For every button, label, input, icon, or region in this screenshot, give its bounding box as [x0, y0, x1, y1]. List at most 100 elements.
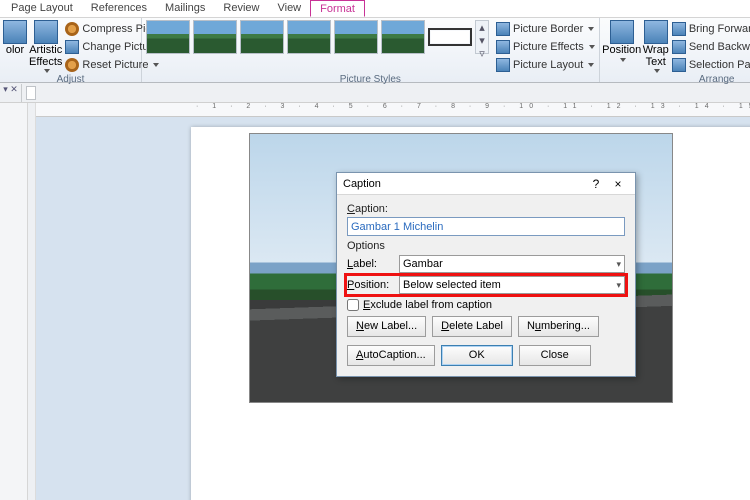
- effects-icon: [496, 40, 510, 54]
- style-thumb-selected[interactable]: [428, 28, 472, 46]
- style-gallery[interactable]: ▴ ▾ ▿: [146, 20, 489, 54]
- tab-mailings[interactable]: Mailings: [156, 0, 214, 17]
- group-adjust-label: Adjust: [4, 73, 137, 86]
- tab-page-layout[interactable]: Page Layout: [2, 0, 82, 17]
- exclude-checkbox-row[interactable]: Exclude label from caption: [347, 299, 625, 311]
- style-thumb[interactable]: [334, 20, 378, 54]
- gallery-up-icon[interactable]: ▴: [476, 21, 488, 34]
- effects-label: Picture Effects: [513, 41, 584, 53]
- label-value: Gambar: [403, 258, 443, 270]
- bring-forward-button[interactable]: Bring Forward: [672, 20, 750, 37]
- style-thumb[interactable]: [146, 20, 190, 54]
- reset-icon: [65, 58, 79, 72]
- chevron-down-icon: [588, 63, 594, 67]
- tab-review[interactable]: Review: [214, 0, 268, 17]
- workspace: · 1 · 2 · 3 · 4 · 5 · 6 · 7 · 8 · 9 · 10…: [0, 103, 750, 500]
- position-row-highlight: Position: Below selected item ▾: [347, 276, 625, 294]
- position-label: Position: [602, 45, 641, 57]
- label-select[interactable]: Gambar ▾: [399, 255, 625, 273]
- artistic-icon: [34, 20, 58, 44]
- dialog-body: CCaption:aption: Options Label: Gambar▾ …: [337, 195, 635, 376]
- chevron-down-icon: [588, 27, 594, 31]
- dialog-title: Caption: [343, 178, 585, 190]
- group-arrange-label: Arrange: [604, 73, 750, 86]
- reset-label: Reset Picture: [82, 59, 148, 71]
- style-thumb[interactable]: [381, 20, 425, 54]
- close-button[interactable]: ×: [607, 177, 629, 191]
- vruler-toggle[interactable]: [26, 86, 36, 100]
- chevron-down-icon: ▾: [616, 259, 621, 270]
- tab-format[interactable]: Format: [310, 0, 365, 17]
- delete-label-button[interactable]: Delete Label: [432, 316, 512, 337]
- backward-icon: [672, 40, 686, 54]
- ribbon-tabs: Page Layout References Mailings Review V…: [0, 0, 750, 18]
- forward-label: Bring Forward: [689, 23, 750, 35]
- border-label: Picture Border: [513, 23, 583, 35]
- layout-icon: [496, 58, 510, 72]
- selpane-label: Selection Pane: [689, 59, 750, 71]
- change-icon: [65, 40, 79, 54]
- chevron-down-icon: ▾: [616, 280, 621, 291]
- exclude-label: Exclude label from caption: [363, 299, 492, 311]
- wrap-label: Wrap Text: [643, 45, 669, 68]
- position-button[interactable]: Position: [604, 20, 640, 62]
- exclude-checkbox[interactable]: [347, 299, 359, 311]
- gallery-more[interactable]: ▴ ▾ ▿: [475, 20, 489, 54]
- gallery-expand-icon[interactable]: ▿: [476, 47, 488, 60]
- options-heading: Options: [347, 240, 625, 252]
- color-icon: [3, 20, 27, 44]
- gallery-down-icon[interactable]: ▾: [476, 34, 488, 47]
- page[interactable]: Caption ? × CCaption:aption: Options Lab…: [191, 127, 750, 500]
- style-thumb[interactable]: [193, 20, 237, 54]
- close-dialog-button[interactable]: Close: [519, 345, 591, 366]
- position-icon: [610, 20, 634, 44]
- forward-icon: [672, 22, 686, 36]
- group-picture-styles: ▴ ▾ ▿ Picture Border Picture Effects Pic…: [142, 18, 600, 82]
- layout-label: Picture Layout: [513, 59, 583, 71]
- tab-view[interactable]: View: [268, 0, 310, 17]
- wrap-text-button[interactable]: Wrap Text: [643, 20, 669, 73]
- artistic-effects-button[interactable]: Artistic Effects: [29, 20, 62, 73]
- chevron-down-icon: [620, 58, 626, 62]
- wrap-icon: [644, 20, 668, 44]
- position-value: Below selected item: [403, 279, 501, 291]
- panel-toggle[interactable]: ▾ ✕: [0, 84, 22, 102]
- position-select[interactable]: Below selected item ▾: [399, 276, 625, 294]
- group-adjust: olor Artistic Effects Compress Pictures …: [0, 18, 142, 82]
- compress-icon: [65, 22, 79, 36]
- color-button[interactable]: olor: [4, 20, 26, 57]
- horizontal-ruler[interactable]: · 1 · 2 · 3 · 4 · 5 · 6 · 7 · 8 · 9 · 10…: [36, 103, 750, 117]
- backward-label: Send Backward: [689, 41, 750, 53]
- group-arrange: Position Wrap Text Bring Forward Send Ba…: [600, 18, 750, 82]
- selection-pane-button[interactable]: Selection Pane: [672, 56, 750, 73]
- caption-dialog: Caption ? × CCaption:aption: Options Lab…: [336, 172, 636, 377]
- border-icon: [496, 22, 510, 36]
- position-field-label: Position:: [347, 279, 395, 291]
- picture-effects-button[interactable]: Picture Effects: [496, 38, 595, 55]
- inserted-picture[interactable]: Caption ? × CCaption:aption: Options Lab…: [249, 133, 673, 403]
- chevron-down-icon: [589, 45, 595, 49]
- style-thumb[interactable]: [287, 20, 331, 54]
- vertical-ruler[interactable]: [28, 103, 36, 500]
- ok-button[interactable]: OK: [441, 345, 513, 366]
- autocaption-button[interactable]: AutoCaption...: [347, 345, 435, 366]
- navigation-panel[interactable]: [0, 103, 28, 500]
- tab-references[interactable]: References: [82, 0, 156, 17]
- numbering-button[interactable]: Numbering...: [518, 316, 599, 337]
- picture-layout-button[interactable]: Picture Layout: [496, 56, 595, 73]
- new-label-button[interactable]: New Label...: [347, 316, 426, 337]
- artistic-label: Artistic Effects: [29, 45, 62, 68]
- caption-input[interactable]: [347, 217, 625, 236]
- caption-field-label: CCaption:aption:: [347, 203, 625, 215]
- ribbon: olor Artistic Effects Compress Pictures …: [0, 18, 750, 83]
- selpane-icon: [672, 58, 686, 72]
- document-area[interactable]: · 1 · 2 · 3 · 4 · 5 · 6 · 7 · 8 · 9 · 10…: [36, 103, 750, 500]
- picture-border-button[interactable]: Picture Border: [496, 20, 595, 37]
- send-backward-button[interactable]: Send Backward: [672, 38, 750, 55]
- group-styles-label: Picture Styles: [146, 73, 595, 86]
- help-button[interactable]: ?: [585, 177, 607, 191]
- color-label: olor: [6, 45, 24, 57]
- style-thumb[interactable]: [240, 20, 284, 54]
- label-field-label: Label:: [347, 258, 395, 270]
- dialog-titlebar[interactable]: Caption ? ×: [337, 173, 635, 195]
